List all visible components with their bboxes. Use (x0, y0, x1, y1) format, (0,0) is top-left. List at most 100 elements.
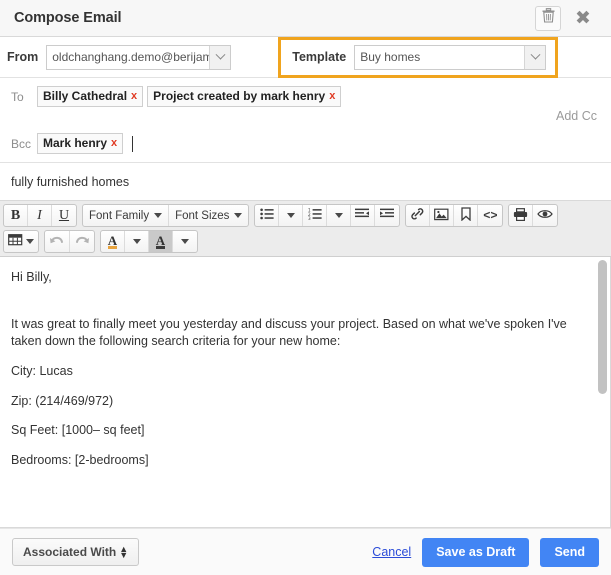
body-scrollbar[interactable] (598, 257, 607, 527)
preview-button[interactable] (533, 205, 557, 226)
body-bedrooms: Bedrooms: [2-bedrooms] (11, 453, 149, 468)
recipient-chip-label: Project created by mark henry (153, 89, 326, 103)
from-label: From (7, 50, 39, 64)
font-family-label: Font Family (89, 209, 150, 222)
italic-label: I (37, 207, 42, 223)
chevron-down-icon (334, 213, 343, 218)
print-button[interactable] (509, 205, 534, 226)
recipient-chip[interactable]: Billy Cathedral x (37, 86, 144, 107)
email-body-content[interactable]: Hi Billy, It was great to finally meet y… (0, 257, 611, 492)
cancel-button[interactable]: Cancel (372, 545, 411, 559)
template-select[interactable]: Buy homes (354, 44, 547, 70)
to-field-row[interactable]: To Billy Cathedral x Project created by … (0, 78, 611, 126)
font-size-label: Font Sizes (175, 209, 230, 222)
template-label: Template (292, 50, 347, 64)
titlebar-actions: ✖ (535, 5, 601, 31)
close-button[interactable]: ✖ (571, 6, 595, 30)
numbered-list-options[interactable] (327, 205, 352, 226)
output-group (508, 204, 559, 227)
bookmark-button[interactable] (454, 205, 479, 226)
indent-button[interactable] (375, 205, 399, 226)
body-zip: Zip: (214/469/972) (11, 393, 114, 408)
body-greeting: Hi Billy, (11, 270, 52, 284)
text-cursor (132, 135, 134, 152)
image-icon (434, 208, 449, 224)
associated-with-dropdown[interactable]: Associated With ▲ ▼ (12, 538, 140, 566)
chevron-down-icon (215, 49, 226, 60)
insert-table-button[interactable] (4, 231, 38, 252)
associated-with-label: Associated With (23, 545, 117, 559)
body-paragraph: It was great to finally meet you yesterd… (11, 316, 567, 348)
add-cc-link[interactable]: Add Cc (556, 109, 597, 123)
toolbar-row-1: B I U Font Family Font Sizes 1 2 3 <> (3, 204, 608, 227)
updown-arrows-icon: ▲ ▼ (119, 544, 129, 560)
table-icon (8, 234, 23, 249)
remove-recipient-icon[interactable]: x (131, 89, 137, 103)
chevron-down-icon (286, 213, 295, 218)
text-color-options[interactable] (125, 231, 149, 252)
numbered-list-icon: 1 2 3 (308, 208, 322, 223)
bcc-field-row[interactable]: Bcc Mark henry x (0, 126, 611, 163)
footer-actions: Cancel Save as Draft Send (372, 537, 599, 567)
print-icon (513, 207, 528, 224)
redo-icon (74, 234, 90, 250)
italic-button[interactable]: I (28, 205, 52, 226)
template-select-value: Buy homes (360, 50, 421, 64)
background-color-button[interactable]: A (149, 231, 173, 252)
recipient-chip[interactable]: Mark henry x (37, 133, 124, 154)
bookmark-icon (460, 207, 472, 224)
history-group (44, 230, 95, 253)
insert-image-button[interactable] (430, 205, 455, 226)
from-template-row: From oldchanghang.demo@berijam.c Templat… (0, 36, 611, 78)
indent-icon (379, 208, 395, 223)
outdent-button[interactable] (351, 205, 376, 226)
trash-icon (542, 8, 555, 28)
font-size-dropdown[interactable]: Font Sizes (169, 205, 248, 226)
bold-button[interactable]: B (4, 205, 28, 226)
chevron-down-icon (530, 49, 541, 60)
remove-recipient-icon[interactable]: x (111, 136, 117, 150)
svg-text:3: 3 (308, 216, 311, 220)
delete-draft-button[interactable] (535, 5, 561, 31)
bold-label: B (10, 207, 21, 223)
from-select-value: oldchanghang.demo@berijam.c (52, 50, 210, 64)
bullet-list-button[interactable] (255, 205, 280, 226)
recipient-chip-label: Mark henry (43, 136, 108, 150)
template-select-arrow[interactable] (524, 45, 546, 69)
body-scrollbar-thumb[interactable] (598, 260, 607, 394)
from-select-arrow[interactable] (209, 45, 231, 69)
outdent-icon (355, 208, 370, 223)
chevron-down-icon (154, 213, 163, 218)
text-style-group: B I U (3, 204, 77, 227)
source-code-button[interactable]: <> (478, 205, 502, 226)
bullet-list-options[interactable] (279, 205, 304, 226)
editor-toolbar: B I U Font Family Font Sizes 1 2 3 <> A … (0, 201, 611, 257)
underline-button[interactable]: U (52, 205, 76, 226)
background-color-options[interactable] (173, 231, 197, 252)
subject-field-row[interactable]: fully furnished homes (0, 163, 611, 201)
background-color-icon: A (155, 232, 166, 249)
to-chips: Billy Cathedral x Project created by mar… (37, 86, 601, 107)
chevron-down-icon (132, 239, 141, 244)
link-icon (410, 207, 425, 224)
numbered-list-button[interactable]: 1 2 3 (303, 205, 328, 226)
insert-group: <> (405, 204, 504, 227)
remove-recipient-icon[interactable]: x (329, 89, 335, 103)
text-color-icon: A (107, 232, 118, 249)
list-align-group: 1 2 3 (254, 204, 401, 227)
font-group: Font Family Font Sizes (82, 204, 250, 227)
color-group: A A (100, 230, 198, 253)
bcc-chips: Mark henry x (37, 133, 601, 154)
redo-button[interactable] (70, 231, 94, 252)
bullet-list-icon (260, 208, 274, 223)
font-family-dropdown[interactable]: Font Family (83, 205, 170, 226)
send-button[interactable]: Send (540, 537, 599, 567)
undo-button[interactable] (45, 231, 70, 252)
email-body-editor[interactable]: Hi Billy, It was great to finally meet y… (0, 257, 611, 528)
to-label: To (11, 90, 24, 104)
recipient-chip[interactable]: Project created by mark henry x (147, 86, 342, 107)
text-color-button[interactable]: A (101, 231, 125, 252)
from-select[interactable]: oldchanghang.demo@berijam.c (46, 44, 232, 70)
insert-link-button[interactable] (406, 205, 431, 226)
save-as-draft-button[interactable]: Save as Draft (422, 537, 530, 567)
